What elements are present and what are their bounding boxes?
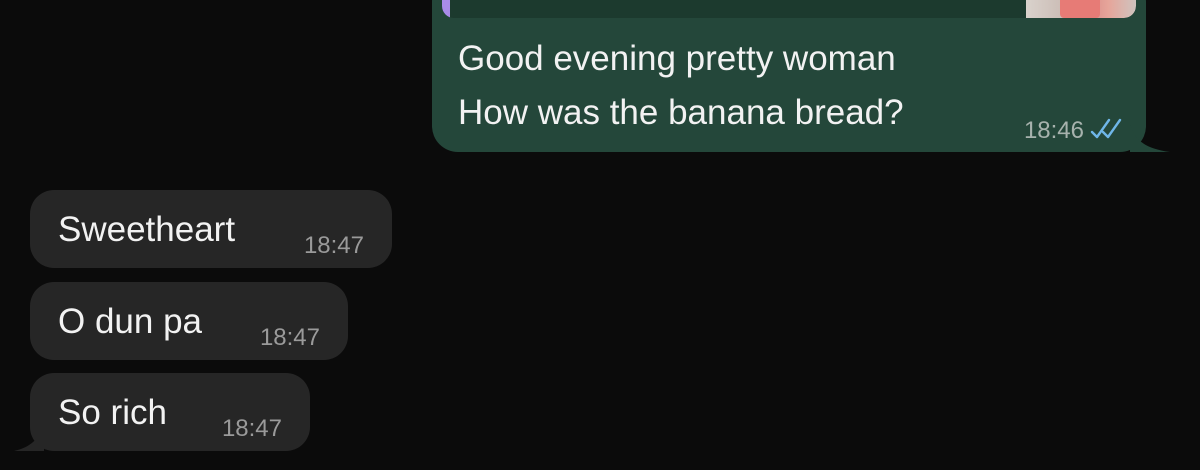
incoming-message-bubble[interactable]: Sweetheart 18:47: [30, 190, 392, 268]
bubble-tail: [14, 425, 44, 451]
message-timestamp: 18:47: [259, 324, 320, 351]
message-meta: 18:46: [1024, 116, 1126, 145]
incoming-message-text: Sweetheart: [58, 210, 236, 249]
incoming-message-text: O dun pa: [58, 302, 202, 341]
message-timestamp: 18:47: [303, 232, 364, 259]
double-check-read-icon: [1090, 116, 1126, 145]
quote-accent-bar: [442, 0, 450, 18]
message-timestamp: 18:46: [1023, 116, 1084, 144]
incoming-message-text: So rich: [58, 393, 167, 432]
outgoing-message-line: Good evening pretty woman: [458, 39, 896, 78]
outgoing-message-line: How was the banana bread?: [458, 93, 904, 132]
thumbnail-subject: [1060, 0, 1100, 18]
incoming-message-bubble[interactable]: O dun pa 18:47: [30, 282, 348, 360]
bubble-tail: [1130, 124, 1170, 152]
chat-screen: Good evening pretty woman How was the ba…: [0, 0, 1200, 470]
incoming-message-bubble[interactable]: So rich 18:47: [14, 373, 310, 451]
message-timestamp: 18:47: [221, 415, 282, 442]
quoted-reply-preview[interactable]: [442, 0, 1136, 18]
outgoing-message-bubble[interactable]: Good evening pretty woman How was the ba…: [432, 0, 1170, 152]
quoted-image-thumbnail: [1026, 0, 1136, 18]
